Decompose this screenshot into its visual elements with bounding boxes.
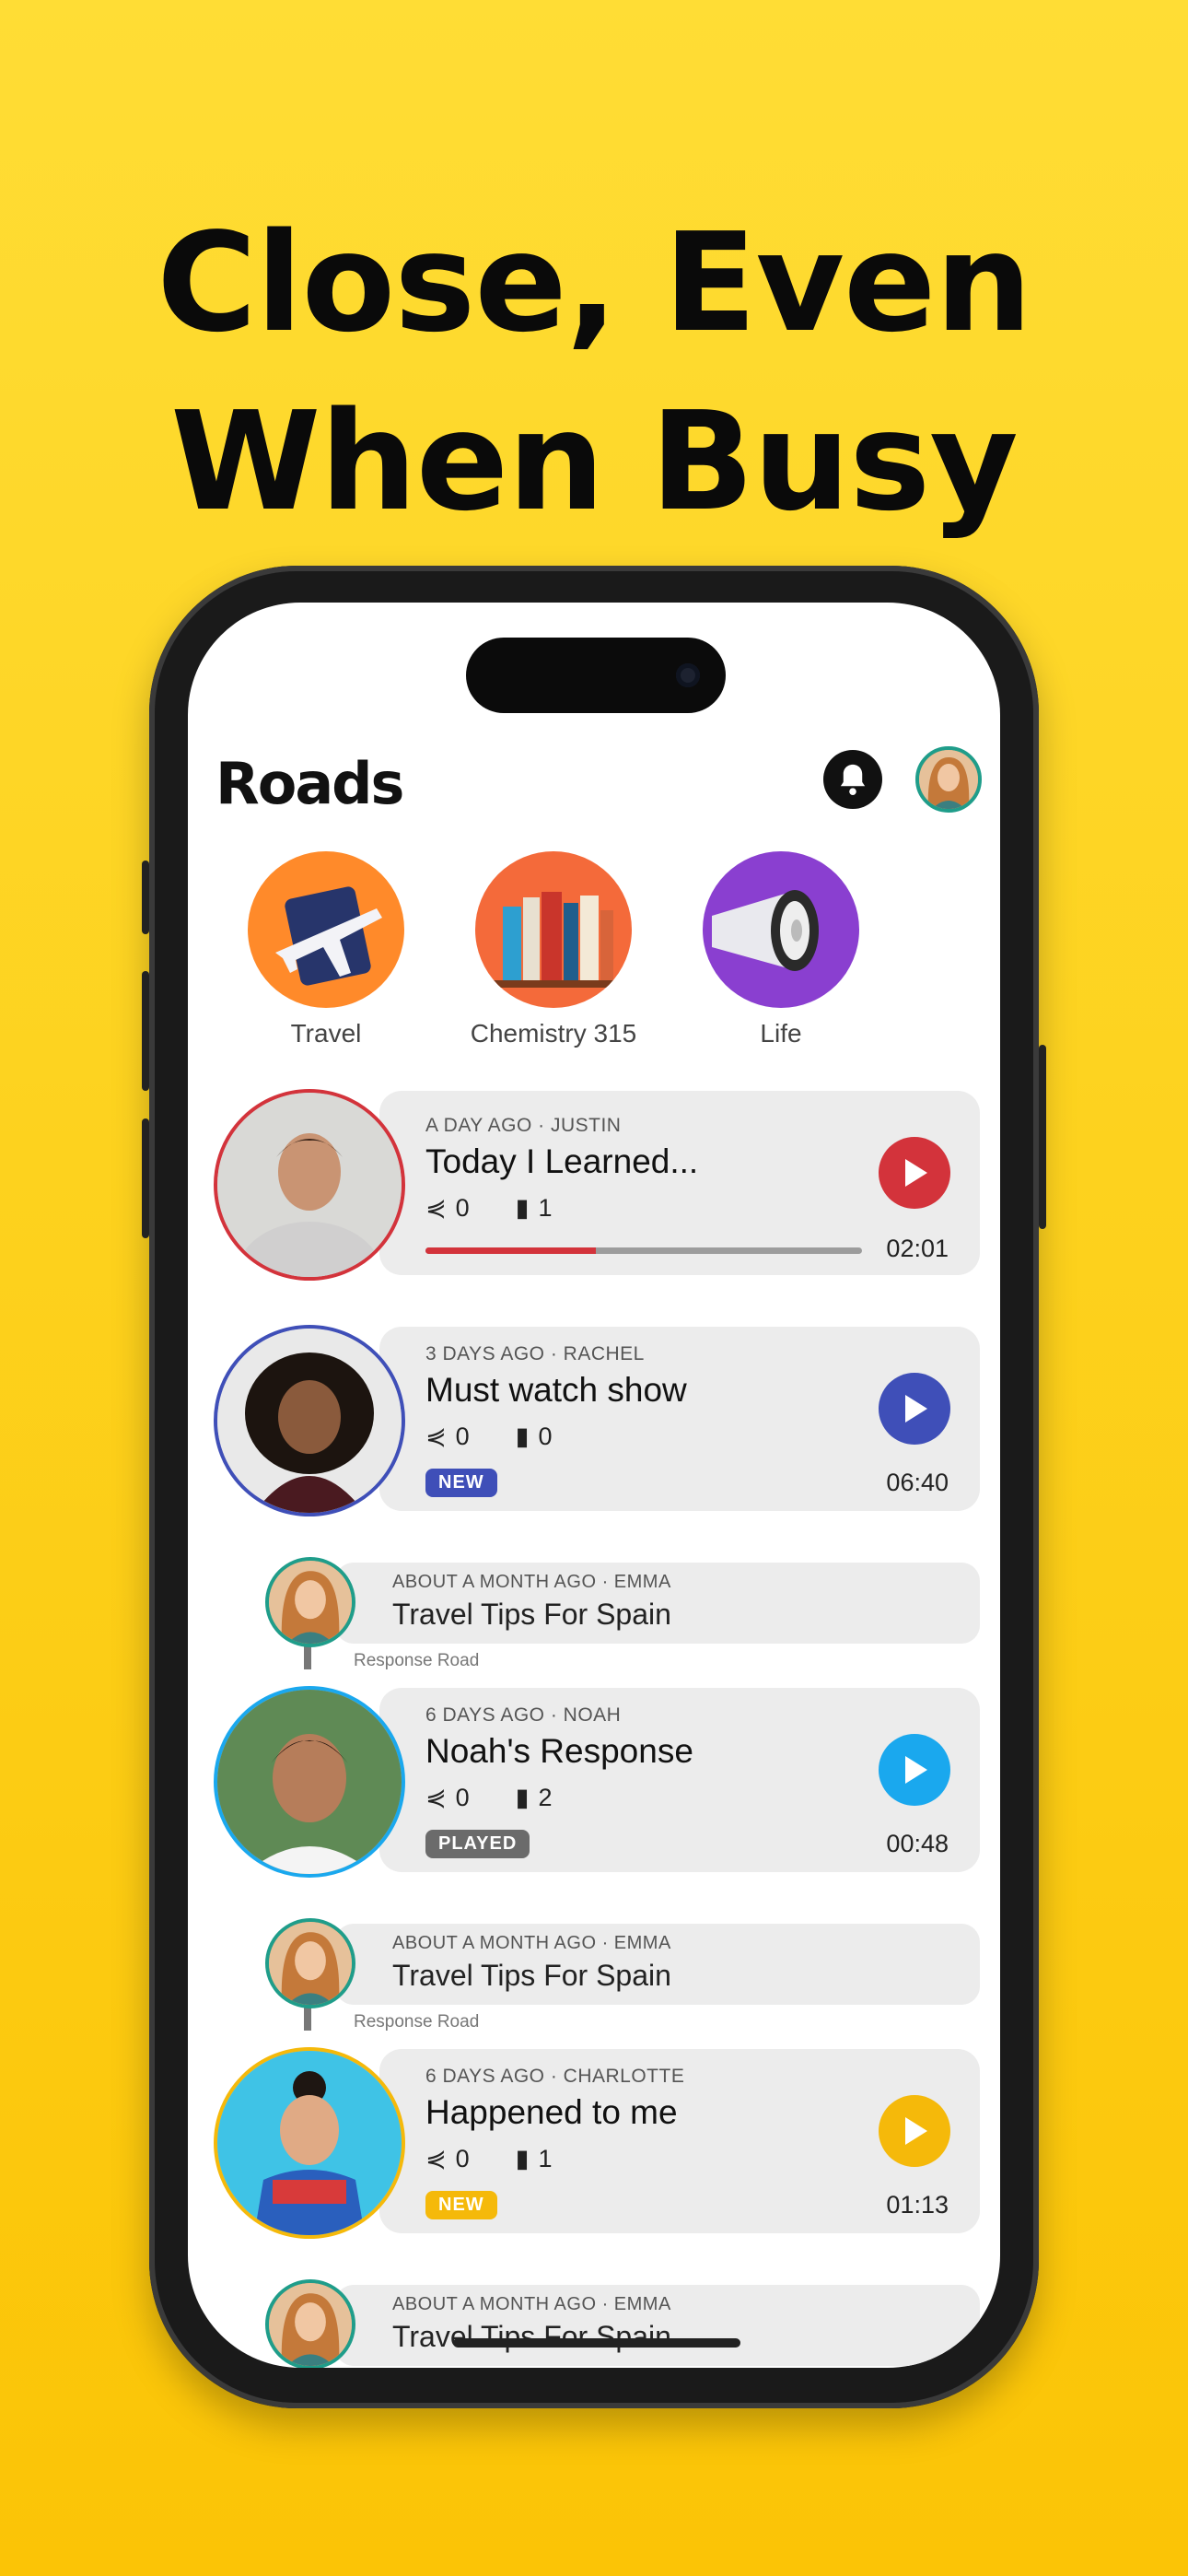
played-badge: PLAYED xyxy=(425,1830,530,1858)
listens-icon: ▮ xyxy=(515,1423,530,1450)
play-icon xyxy=(905,1159,927,1187)
post-title: Must watch show xyxy=(425,1371,687,1409)
share-icon: ⋞ xyxy=(425,1194,447,1222)
parent-meta: ABOUT A MONTH AGO · EMMA xyxy=(392,1933,671,1953)
post-meta: 6 DAYS AGO · CHARLOTTE xyxy=(425,2066,685,2087)
parent-author-avatar[interactable] xyxy=(265,1557,355,1647)
author-avatar-justin[interactable] xyxy=(214,1089,405,1281)
power-button xyxy=(1039,1045,1046,1229)
parent-title: Travel Tips For Spain xyxy=(392,1598,671,1631)
response-road-connector xyxy=(304,2005,311,2031)
dynamic-island xyxy=(466,638,726,713)
phone-screen: Roads Travel Chemistry 315 Life A DAY AG… xyxy=(188,603,1000,2368)
category-life[interactable]: Life xyxy=(670,851,891,1048)
category-chemistry[interactable]: Chemistry 315 xyxy=(443,851,664,1048)
listen-count: 1 xyxy=(538,1194,553,1222)
new-badge: NEW xyxy=(425,1469,497,1497)
play-icon xyxy=(905,1756,927,1784)
megaphone-icon xyxy=(703,851,859,1008)
post-duration: 06:40 xyxy=(886,1469,949,1496)
category-label: Chemistry 315 xyxy=(470,1019,637,1048)
airplane-passport-icon xyxy=(248,851,404,1008)
profile-avatar-button[interactable] xyxy=(915,746,982,813)
post-stats: ⋞ 0 ▮ 1 xyxy=(425,1194,589,1223)
parent-post-card[interactable]: ABOUT A MONTH AGO · EMMA Travel Tips For… xyxy=(335,1924,980,2005)
play-button[interactable] xyxy=(879,1734,950,1806)
share-icon: ⋞ xyxy=(425,1784,447,1811)
author-avatar-rachel[interactable] xyxy=(214,1325,405,1516)
parent-meta: ABOUT A MONTH AGO · EMMA xyxy=(392,1572,671,1592)
post-card-rachel[interactable]: 3 DAYS AGO · RACHEL Must watch show ⋞ 0 ▮… xyxy=(379,1327,980,1511)
play-button[interactable] xyxy=(879,1373,950,1445)
post-meta: 6 DAYS AGO · NOAH xyxy=(425,1704,622,1726)
mute-switch xyxy=(142,861,149,934)
listens-icon: ▮ xyxy=(515,2145,530,2172)
parent-post-card[interactable]: ABOUT A MONTH AGO · EMMA Travel Tips For… xyxy=(335,2285,980,2366)
notification-bell-button[interactable] xyxy=(823,750,882,809)
headline-line-1: Close, Even xyxy=(157,204,1032,362)
listen-count: 1 xyxy=(538,2145,553,2172)
category-label: Travel xyxy=(290,1019,362,1048)
category-travel[interactable]: Travel xyxy=(215,851,437,1048)
author-avatar-charlotte[interactable] xyxy=(214,2047,405,2239)
post-duration: 00:48 xyxy=(886,1830,949,1857)
post-stats: ⋞ 0 ▮ 1 xyxy=(425,2145,589,2173)
parent-author-avatar[interactable] xyxy=(265,2279,355,2368)
volume-up-button xyxy=(142,971,149,1091)
post-duration: 01:13 xyxy=(886,2191,949,2219)
post-title: Today I Learned... xyxy=(425,1142,699,1180)
share-count: 0 xyxy=(455,1423,470,1450)
listens-icon: ▮ xyxy=(515,1194,530,1222)
post-title: Noah's Response xyxy=(425,1732,693,1770)
post-card-charlotte[interactable]: 6 DAYS AGO · CHARLOTTE Happened to me ⋞ 0… xyxy=(379,2049,980,2233)
listens-icon: ▮ xyxy=(515,1784,530,1811)
share-count: 0 xyxy=(455,1784,470,1811)
books-icon xyxy=(475,851,632,1008)
play-button[interactable] xyxy=(879,2095,950,2167)
phone-frame: Roads Travel Chemistry 315 Life A DAY AG… xyxy=(142,566,1046,2408)
post-title: Happened to me xyxy=(425,2093,678,2131)
avatar xyxy=(919,750,978,809)
share-icon: ⋞ xyxy=(425,1423,447,1450)
play-icon xyxy=(905,1395,927,1423)
post-stats: ⋞ 0 ▮ 2 xyxy=(425,1784,589,1812)
post-card-justin[interactable]: A DAY AGO · JUSTIN Today I Learned... ⋞ 0… xyxy=(379,1091,980,1275)
new-badge: NEW xyxy=(425,2191,497,2219)
bell-icon xyxy=(840,764,866,795)
parent-meta: ABOUT A MONTH AGO · EMMA xyxy=(392,2294,671,2314)
playback-progress-bar[interactable] xyxy=(425,1247,862,1254)
post-meta: 3 DAYS AGO · RACHEL xyxy=(425,1343,645,1364)
headline-line-2: When Busy xyxy=(170,382,1019,541)
parent-post-card[interactable]: ABOUT A MONTH AGO · EMMA Travel Tips For… xyxy=(335,1563,980,1644)
parent-author-avatar[interactable] xyxy=(265,1918,355,2008)
volume-down-button xyxy=(142,1118,149,1238)
home-indicator[interactable] xyxy=(453,2338,740,2348)
play-icon xyxy=(905,2117,927,2145)
app-logo: Roads xyxy=(215,750,404,817)
listen-count: 2 xyxy=(538,1784,553,1811)
response-road-label: Response Road xyxy=(354,2012,480,2032)
share-count: 0 xyxy=(455,2145,470,2172)
parent-title: Travel Tips For Spain xyxy=(392,1959,671,1992)
share-icon: ⋞ xyxy=(425,2145,447,2172)
post-meta: A DAY AGO · JUSTIN xyxy=(425,1115,622,1136)
response-road-label: Response Road xyxy=(354,1651,480,1670)
post-stats: ⋞ 0 ▮ 0 xyxy=(425,1423,589,1451)
headline: Close, Even When Busy xyxy=(0,193,1188,551)
author-avatar-noah[interactable] xyxy=(214,1686,405,1878)
category-label: Life xyxy=(760,1019,802,1048)
share-count: 0 xyxy=(455,1194,470,1222)
response-road-connector xyxy=(304,1644,311,1669)
parent-title: Travel Tips For Spain xyxy=(392,2320,671,2353)
play-button[interactable] xyxy=(879,1137,950,1209)
post-duration: 02:01 xyxy=(886,1235,949,1262)
listen-count: 0 xyxy=(538,1423,553,1450)
post-card-noah[interactable]: 6 DAYS AGO · NOAH Noah's Response ⋞ 0 ▮ 2 … xyxy=(379,1688,980,1872)
